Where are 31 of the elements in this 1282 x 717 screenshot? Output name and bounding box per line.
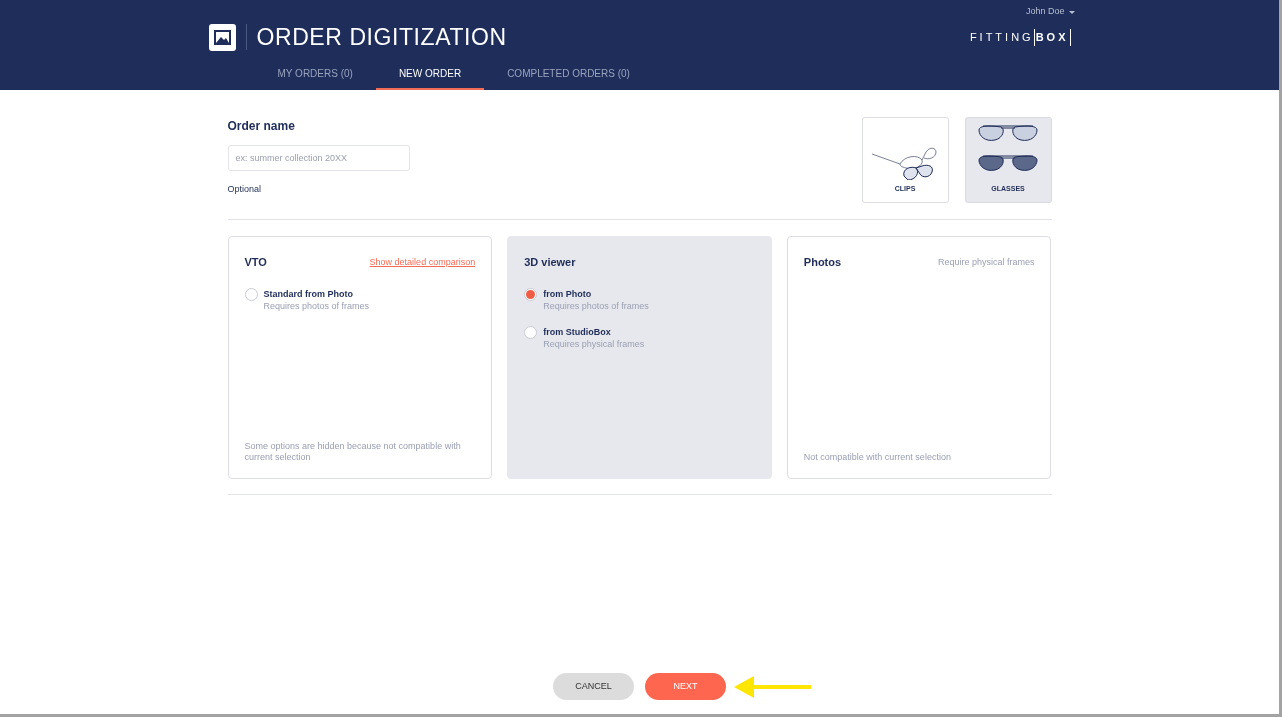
option-description: Requires photos of frames: [263, 299, 370, 312]
section-title: 3D viewer: [524, 255, 576, 270]
section-title: VTO: [244, 255, 267, 270]
section-footer: Some options are hidden because not compatible with current selection: [244, 441, 475, 463]
order-name-field[interactable]: ex: summer collection 20XX: [227, 145, 410, 171]
order-name-label: Order name: [227, 118, 296, 135]
radio-button[interactable]: [244, 287, 258, 301]
radio-button[interactable]: [524, 325, 538, 339]
nav-tab[interactable]: NEW ORDER: [375, 60, 485, 90]
cancel-button[interactable]: CANCEL: [553, 673, 634, 700]
option-label: from Photo: [543, 287, 593, 300]
option-description: Requires physical frames: [543, 337, 645, 350]
brand-logo: FITTING BOX: [969, 29, 1071, 46]
product-section-card[interactable]: 3D viewer from Photo Requires photos of frames from StudioBox Requires physical frames: [507, 236, 772, 479]
nav-tab[interactable]: MY ORDERS (0): [254, 60, 376, 90]
image-icon: [208, 23, 236, 51]
option-label: Standard from Photo: [263, 287, 354, 300]
option-description: Requires photos of frames: [543, 299, 649, 312]
product-section-card[interactable]: VTO Show detailed comparison Standard from Photo Requires photos of frames Some options are hidden because not compatible with current selection: [227, 236, 493, 479]
section-title: Photos: [803, 255, 842, 270]
user-menu[interactable]: John Doe: [1025, 4, 1075, 20]
app-title: ORDER DIGITIZATION: [256, 23, 507, 52]
nav-tab[interactable]: COMPLETED ORDERS (0): [484, 60, 653, 90]
option-label: from StudioBox: [543, 325, 612, 338]
product-section-card[interactable]: Photos Require physical frames Not compatible with current selection: [786, 236, 1052, 479]
caret-icon: [1068, 10, 1075, 14]
radio-button[interactable]: [524, 287, 538, 301]
arrow-icon: [733, 675, 811, 698]
section-footer: Not compatible with current selection: [803, 452, 1034, 463]
section-note: Require physical frames: [937, 255, 1035, 269]
optional-hint: Optional: [227, 183, 263, 196]
